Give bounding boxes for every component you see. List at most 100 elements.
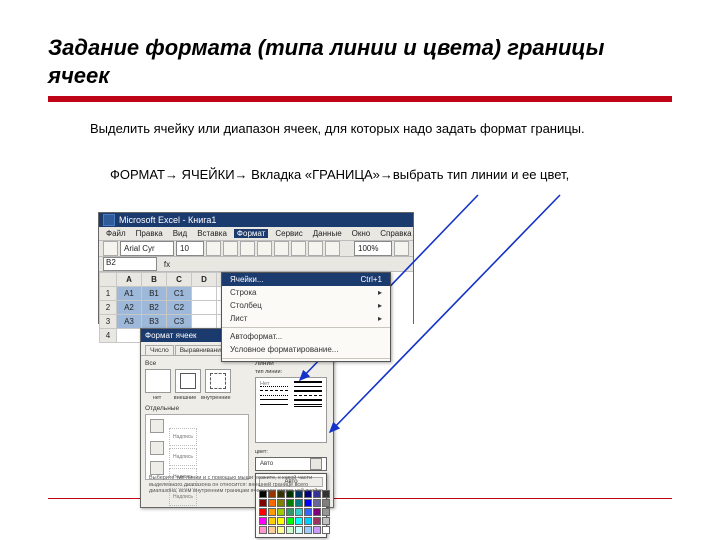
menu-справка[interactable]: Справка — [377, 229, 414, 238]
cell[interactable] — [192, 315, 217, 329]
preset-inside[interactable] — [205, 369, 231, 393]
color-swatch[interactable] — [304, 508, 312, 516]
font-name-select[interactable]: Arial Cyr — [120, 241, 174, 256]
row-header[interactable]: 1 — [100, 287, 117, 301]
toolbar-button[interactable] — [274, 241, 289, 256]
color-swatch[interactable] — [322, 499, 330, 507]
cell[interactable]: A3 — [117, 315, 142, 329]
preset-none[interactable] — [145, 369, 171, 393]
toolbar-button[interactable] — [257, 241, 272, 256]
excel-grid[interactable]: ABCDEFGHI1A1B1C12A2B2C23A3B3C34 Ячейки..… — [99, 272, 413, 324]
line-style[interactable] — [260, 399, 288, 400]
menu-item[interactable]: Столбец▸ — [222, 299, 390, 312]
toolbar-button[interactable] — [206, 241, 221, 256]
color-swatch[interactable] — [268, 508, 276, 516]
color-swatch[interactable] — [286, 517, 294, 525]
color-swatch[interactable] — [295, 517, 303, 525]
color-swatch[interactable] — [295, 499, 303, 507]
format-menu-dropdown[interactable]: Ячейки... Ctrl+1 Строка▸Столбец▸Лист▸ Ав… — [221, 272, 391, 362]
excel-toolbar[interactable]: Arial Cyr 10 100% — [99, 241, 413, 257]
color-swatch[interactable] — [277, 508, 285, 516]
toolbar-button[interactable] — [325, 241, 340, 256]
line-style[interactable] — [260, 404, 288, 405]
border-hmid-button[interactable] — [150, 441, 164, 455]
cell[interactable]: B1 — [142, 287, 167, 301]
cell[interactable] — [192, 287, 217, 301]
col-header[interactable]: A — [117, 273, 142, 287]
menu-формат[interactable]: Формат — [234, 229, 268, 238]
menu-окно[interactable]: Окно — [349, 229, 374, 238]
border-bottom-button[interactable] — [150, 461, 164, 475]
color-swatch[interactable] — [286, 499, 294, 507]
border-top-button[interactable] — [150, 419, 164, 433]
excel-menubar[interactable]: ФайлПравкаВидВставкаФорматСервисДанныеОк… — [99, 227, 413, 241]
line-style-list[interactable]: Нет — [255, 377, 327, 443]
menu-сервис[interactable]: Сервис — [272, 229, 305, 238]
toolbar-button[interactable] — [291, 241, 306, 256]
color-swatch[interactable] — [322, 526, 330, 534]
color-swatch[interactable] — [295, 526, 303, 534]
color-swatch[interactable] — [322, 508, 330, 516]
color-swatch[interactable] — [304, 517, 312, 525]
row-header[interactable]: 4 — [100, 329, 117, 343]
cell[interactable]: B3 — [142, 315, 167, 329]
line-style[interactable] — [260, 390, 288, 391]
color-swatch[interactable] — [277, 517, 285, 525]
cell[interactable]: C3 — [167, 315, 192, 329]
cell[interactable]: C2 — [167, 301, 192, 315]
color-swatch[interactable] — [268, 517, 276, 525]
menu-вставка[interactable]: Вставка — [194, 229, 230, 238]
color-swatch[interactable] — [259, 508, 267, 516]
color-swatch[interactable] — [322, 517, 330, 525]
color-swatch[interactable] — [313, 499, 321, 507]
cell[interactable]: B2 — [142, 301, 167, 315]
toolbar-button[interactable] — [308, 241, 323, 256]
cell[interactable] — [192, 301, 217, 315]
menu-item[interactable]: Строка▸ — [222, 286, 390, 299]
toolbar-button[interactable] — [223, 241, 238, 256]
menu-item-cells[interactable]: Ячейки... Ctrl+1 — [222, 273, 390, 286]
row-header[interactable]: 3 — [100, 315, 117, 329]
line-style[interactable] — [294, 404, 322, 407]
menu-правка[interactable]: Правка — [133, 229, 166, 238]
toolbar-button[interactable] — [240, 241, 255, 256]
menu-item[interactable]: Лист▸ — [222, 312, 390, 325]
color-swatch[interactable] — [313, 526, 321, 534]
color-swatch[interactable] — [295, 508, 303, 516]
color-swatch[interactable] — [313, 508, 321, 516]
toolbar-button[interactable] — [103, 241, 118, 256]
line-style[interactable] — [294, 395, 322, 396]
cell[interactable]: A2 — [117, 301, 142, 315]
col-header[interactable]: B — [142, 273, 167, 287]
line-style[interactable] — [294, 381, 322, 383]
col-header[interactable]: C — [167, 273, 192, 287]
color-swatch[interactable] — [277, 499, 285, 507]
cell[interactable]: C1 — [167, 287, 192, 301]
color-swatch[interactable] — [304, 499, 312, 507]
color-swatch[interactable] — [277, 526, 285, 534]
color-swatch[interactable] — [259, 499, 267, 507]
color-swatch[interactable] — [268, 499, 276, 507]
row-header[interactable]: 2 — [100, 301, 117, 315]
col-header[interactable]: D — [192, 273, 217, 287]
menu-данные[interactable]: Данные — [310, 229, 345, 238]
color-swatch[interactable] — [259, 517, 267, 525]
color-swatch[interactable] — [304, 526, 312, 534]
toolbar-button[interactable] — [394, 241, 409, 256]
border-preview[interactable]: НадписьНадпись НадписьНадпись — [145, 414, 249, 480]
color-auto-select[interactable]: Авто — [255, 457, 327, 471]
cell[interactable]: A1 — [117, 287, 142, 301]
menu-item[interactable]: Автоформат... — [222, 330, 390, 343]
menu-item[interactable]: Условное форматирование... — [222, 343, 390, 356]
dialog-tab[interactable]: Число — [145, 345, 174, 355]
preset-outline[interactable] — [175, 369, 201, 393]
color-swatch[interactable] — [286, 508, 294, 516]
line-style[interactable] — [294, 390, 322, 392]
line-style[interactable] — [294, 399, 322, 401]
color-swatch[interactable] — [268, 526, 276, 534]
line-style[interactable] — [260, 395, 288, 396]
color-swatch[interactable] — [259, 526, 267, 534]
cell[interactable] — [117, 329, 142, 343]
color-swatch[interactable] — [313, 517, 321, 525]
name-box[interactable]: B2 — [103, 257, 157, 271]
